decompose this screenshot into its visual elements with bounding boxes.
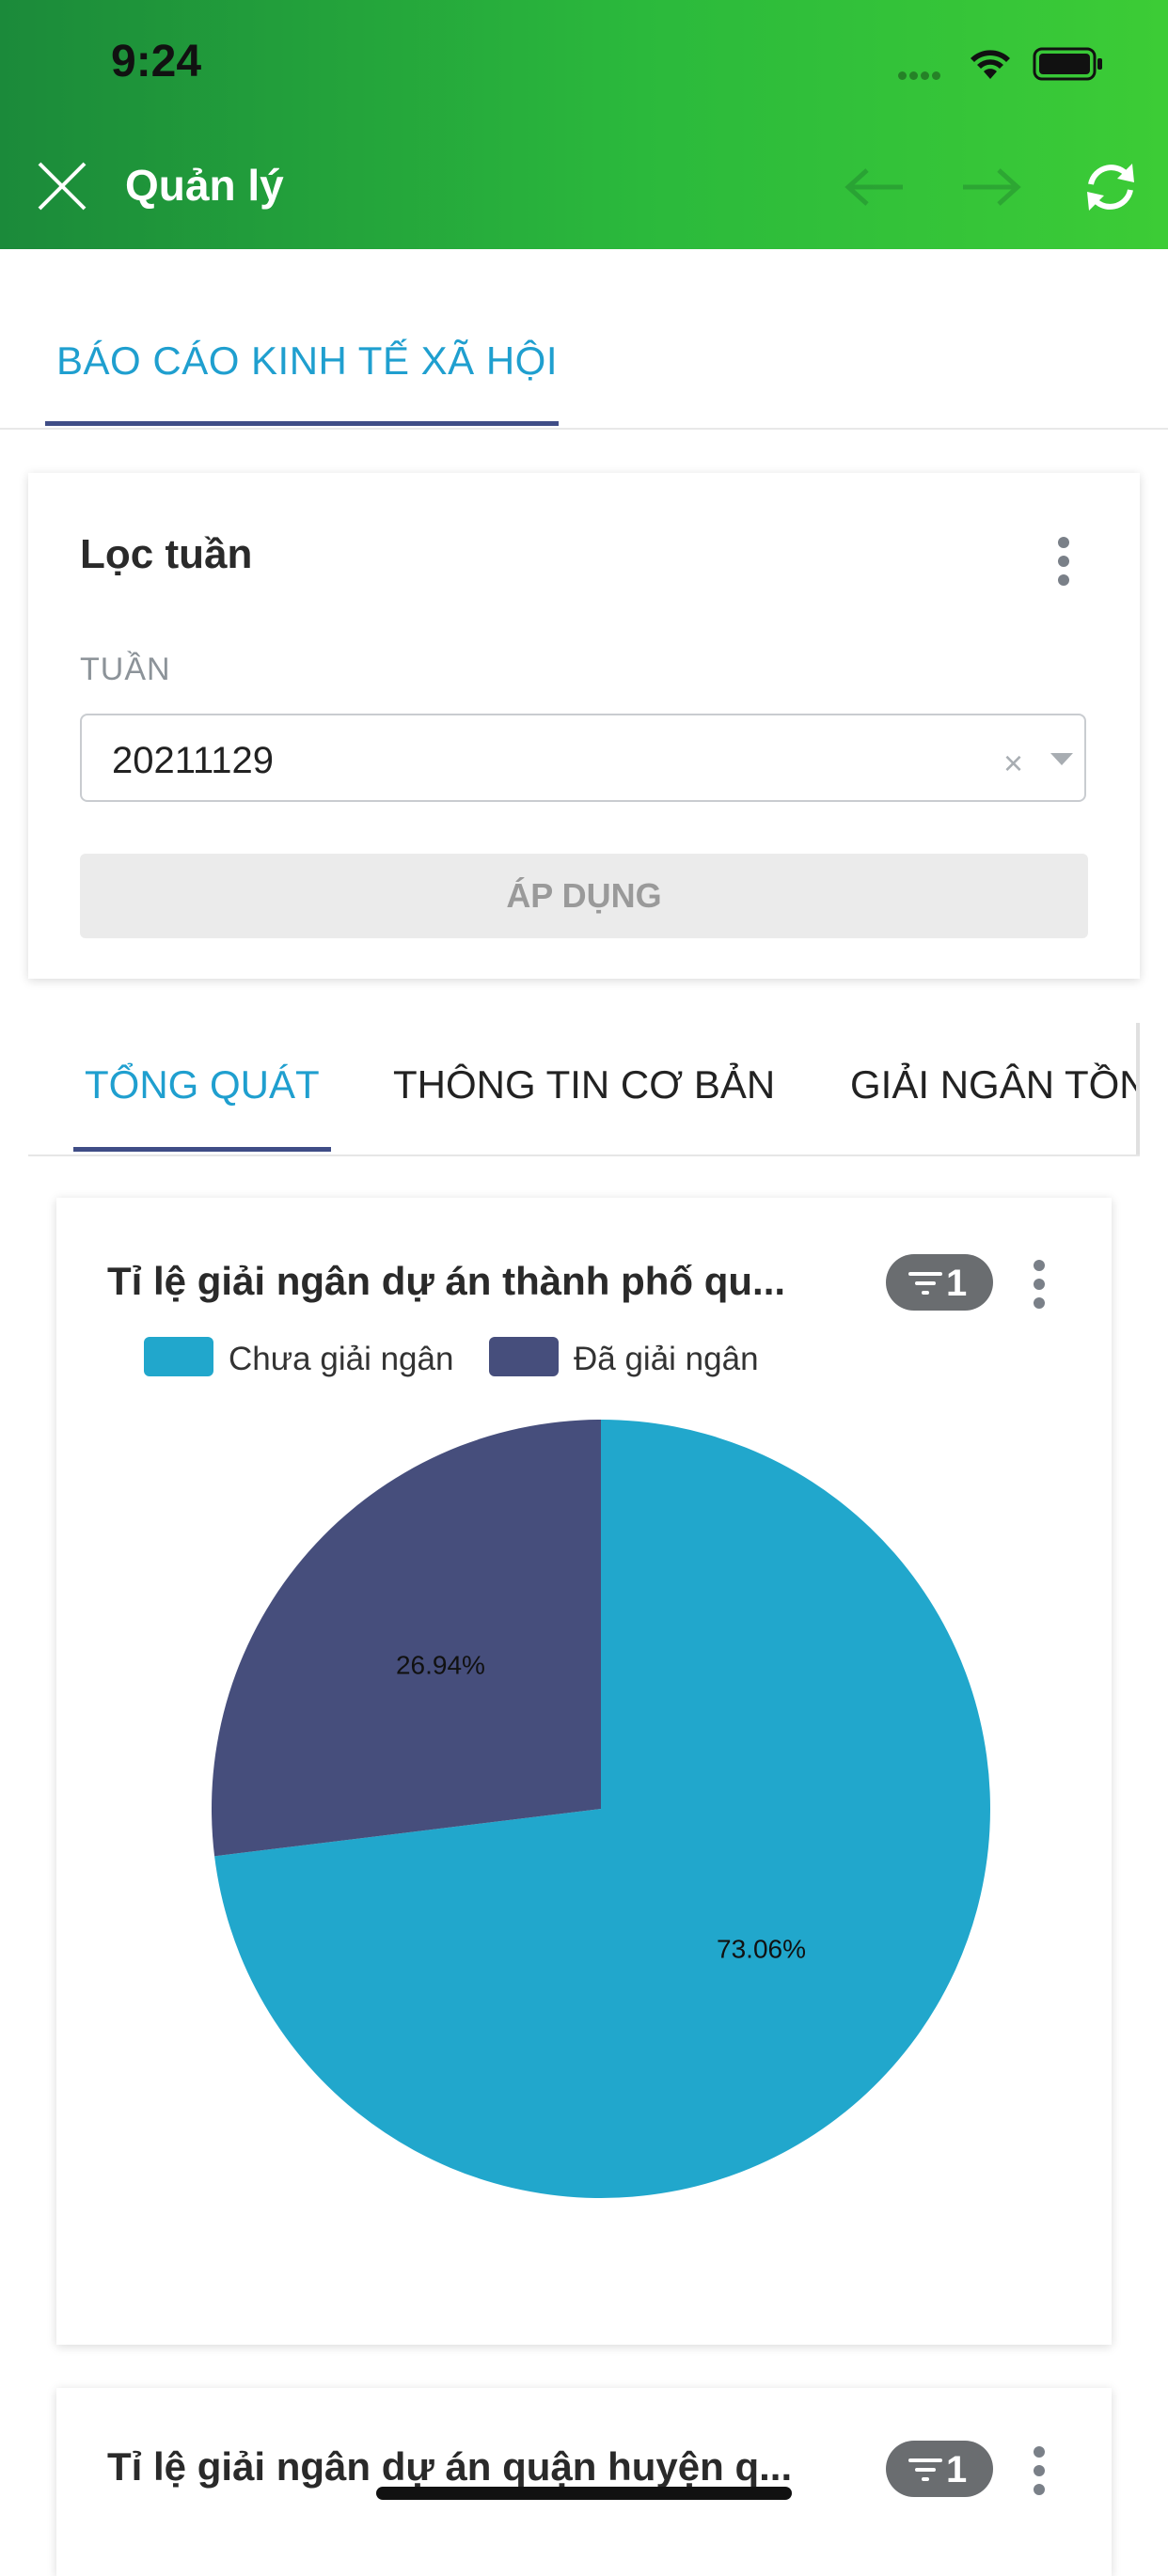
week-field-label: TUẦN (80, 652, 171, 687)
close-icon[interactable] (34, 158, 90, 214)
week-select-value: 20211129 (112, 740, 275, 781)
city-disbursement-chart-card: Tỉ lệ giải ngân dự án thành phố qu... 1 … (56, 1198, 1112, 2345)
report-tabs: BÁO CÁO KINH TẾ XÃ HỘI (0, 249, 1168, 430)
clear-icon[interactable]: × (1003, 744, 1023, 783)
filter-badge[interactable]: 1 (886, 2441, 993, 2497)
status-time: 9:24 (111, 37, 202, 86)
district-disbursement-chart-card: Tỉ lệ giải ngân dự án quận huyện q... 1 (56, 2388, 1112, 2576)
pie-slice[interactable] (211, 1420, 601, 1857)
arrow-right-icon[interactable] (959, 167, 1021, 207)
filter-count: 1 (946, 2449, 968, 2490)
more-vertical-icon[interactable] (1057, 537, 1070, 589)
arrow-left-icon[interactable] (844, 167, 907, 207)
week-filter-card: Lọc tuần TUẦN 20211129 × ÁP DỤNG (28, 473, 1140, 979)
section-tabs: TỔNG QUÁT THÔNG TIN CƠ BẢN GIẢI NGÂN TỒN (28, 1023, 1140, 1156)
chevron-down-icon[interactable] (1050, 753, 1073, 765)
cellular-signal-icon (898, 68, 955, 81)
tab-economic-social-report[interactable]: BÁO CÁO KINH TẾ XÃ HỘI (56, 338, 558, 384)
pie-slice-label: 73.06% (717, 1934, 806, 1963)
more-vertical-icon[interactable] (1033, 2446, 1046, 2499)
wifi-icon (971, 50, 1010, 79)
apply-button[interactable]: ÁP DỤNG (80, 854, 1088, 938)
active-tab-indicator (45, 421, 559, 426)
chart-title: Tỉ lệ giải ngân dự án quận huyện q... (107, 2444, 793, 2489)
week-select[interactable]: 20211129 × (80, 714, 1086, 802)
active-tab-indicator (73, 1147, 331, 1152)
filter-icon (908, 2458, 942, 2481)
tab-basic-info[interactable]: THÔNG TIN CƠ BẢN (393, 1062, 775, 1107)
home-indicator (376, 2487, 792, 2500)
pie-slice-label: 26.94% (396, 1650, 485, 1679)
refresh-icon[interactable] (1080, 156, 1142, 218)
tab-disbursement-backlog[interactable]: GIẢI NGÂN TỒN (850, 1062, 1140, 1107)
app-header: 9:24 Quản lý (0, 0, 1168, 249)
battery-icon (1033, 47, 1102, 81)
tabs-scroll-edge (1136, 1023, 1140, 1154)
tab-overview[interactable]: TỔNG QUÁT (85, 1062, 320, 1107)
pie-chart: 73.06% 26.94% (211, 1420, 990, 2198)
page-title: Quản lý (125, 161, 284, 210)
filter-title: Lọc tuần (80, 531, 253, 577)
